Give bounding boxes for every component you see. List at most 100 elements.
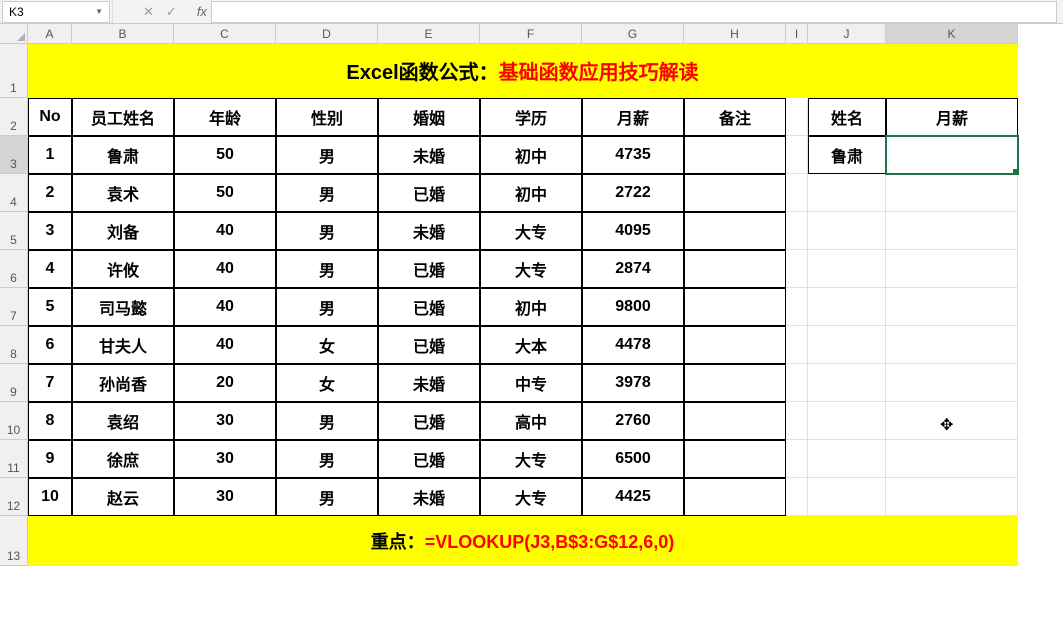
row-header-13[interactable]: 13 [0,516,28,566]
header-cell[interactable]: 学历 [480,98,582,136]
data-cell[interactable] [684,478,786,516]
cell[interactable] [886,212,1018,250]
cell[interactable] [786,440,808,478]
data-cell[interactable]: 男 [276,174,378,212]
header-cell[interactable]: 备注 [684,98,786,136]
data-cell[interactable]: 徐庶 [72,440,174,478]
data-cell[interactable] [684,250,786,288]
data-cell[interactable] [684,326,786,364]
data-cell[interactable]: 50 [174,174,276,212]
title-cell[interactable]: Excel函数公式：基础函数应用技巧解读 [28,44,1018,98]
data-cell[interactable]: 许攸 [72,250,174,288]
column-header-J[interactable]: J [808,24,886,44]
data-cell[interactable]: 孙尚香 [72,364,174,402]
column-header-E[interactable]: E [378,24,480,44]
cell[interactable] [808,212,886,250]
cell[interactable] [886,250,1018,288]
data-cell[interactable]: 6500 [582,440,684,478]
data-cell[interactable]: 袁术 [72,174,174,212]
data-cell[interactable]: 4425 [582,478,684,516]
row-header-9[interactable]: 9 [0,364,28,402]
column-header-A[interactable]: A [28,24,72,44]
data-cell[interactable]: 2760 [582,402,684,440]
cell[interactable] [786,136,808,174]
data-cell[interactable]: 中专 [480,364,582,402]
row-header-7[interactable]: 7 [0,288,28,326]
data-cell[interactable] [684,440,786,478]
cell[interactable] [886,288,1018,326]
cell[interactable] [886,440,1018,478]
cell[interactable] [786,98,808,136]
side-header-cell[interactable]: 月薪 [886,98,1018,136]
data-cell[interactable] [684,174,786,212]
column-header-H[interactable]: H [684,24,786,44]
row-header-12[interactable]: 12 [0,478,28,516]
data-cell[interactable]: 7 [28,364,72,402]
header-cell[interactable]: 月薪 [582,98,684,136]
column-header-F[interactable]: F [480,24,582,44]
row-header-10[interactable]: 10 [0,402,28,440]
cell[interactable] [808,326,886,364]
data-cell[interactable]: 40 [174,288,276,326]
formula-bar-input[interactable] [211,1,1057,23]
column-header-I[interactable]: I [786,24,808,44]
data-cell[interactable]: 甘夫人 [72,326,174,364]
data-cell[interactable]: 已婚 [378,326,480,364]
data-cell[interactable]: 司马懿 [72,288,174,326]
fx-icon[interactable]: fx [197,4,207,19]
data-cell[interactable] [684,212,786,250]
row-header-2[interactable]: 2 [0,98,28,136]
data-cell[interactable]: 女 [276,364,378,402]
row-header-11[interactable]: 11 [0,440,28,478]
data-cell[interactable]: 未婚 [378,212,480,250]
data-cell[interactable]: 大专 [480,478,582,516]
data-cell[interactable]: 3978 [582,364,684,402]
row-header-8[interactable]: 8 [0,326,28,364]
cell[interactable] [886,364,1018,402]
column-header-D[interactable]: D [276,24,378,44]
cell[interactable] [808,440,886,478]
cell[interactable] [886,478,1018,516]
data-cell[interactable]: 男 [276,478,378,516]
data-cell[interactable]: 未婚 [378,478,480,516]
cell[interactable] [786,174,808,212]
cell[interactable] [786,212,808,250]
data-cell[interactable]: 已婚 [378,250,480,288]
column-header-C[interactable]: C [174,24,276,44]
data-cell[interactable]: 3 [28,212,72,250]
data-cell[interactable]: 20 [174,364,276,402]
data-cell[interactable]: 5 [28,288,72,326]
selected-cell-K3[interactable] [886,136,1018,174]
data-cell[interactable]: 初中 [480,288,582,326]
data-cell[interactable]: 2874 [582,250,684,288]
row-header-4[interactable]: 4 [0,174,28,212]
header-cell[interactable]: 婚姻 [378,98,480,136]
data-cell[interactable]: 50 [174,136,276,174]
data-cell[interactable]: 男 [276,250,378,288]
data-cell[interactable]: 袁绍 [72,402,174,440]
select-all-corner[interactable] [0,24,28,44]
name-box[interactable]: K3 ▼ [2,1,110,23]
data-cell[interactable] [684,364,786,402]
data-cell[interactable]: 40 [174,326,276,364]
cell[interactable] [786,478,808,516]
data-cell[interactable]: 未婚 [378,136,480,174]
cell[interactable] [808,250,886,288]
data-cell[interactable]: 6 [28,326,72,364]
data-cell[interactable] [684,402,786,440]
data-cell[interactable]: 4478 [582,326,684,364]
data-cell[interactable]: 2 [28,174,72,212]
row-header-5[interactable]: 5 [0,212,28,250]
data-cell[interactable]: 男 [276,288,378,326]
cell[interactable] [808,364,886,402]
cell[interactable] [786,288,808,326]
data-cell[interactable]: 8 [28,402,72,440]
data-cell[interactable]: 1 [28,136,72,174]
footer-cell[interactable]: 重点：=VLOOKUP(J3,B$3:G$12,6,0) [28,516,1018,566]
data-cell[interactable]: 4735 [582,136,684,174]
row-header-1[interactable]: 1 [0,44,28,98]
data-cell[interactable]: 30 [174,440,276,478]
header-cell[interactable]: 性别 [276,98,378,136]
data-cell[interactable]: 男 [276,136,378,174]
data-cell[interactable]: 9 [28,440,72,478]
